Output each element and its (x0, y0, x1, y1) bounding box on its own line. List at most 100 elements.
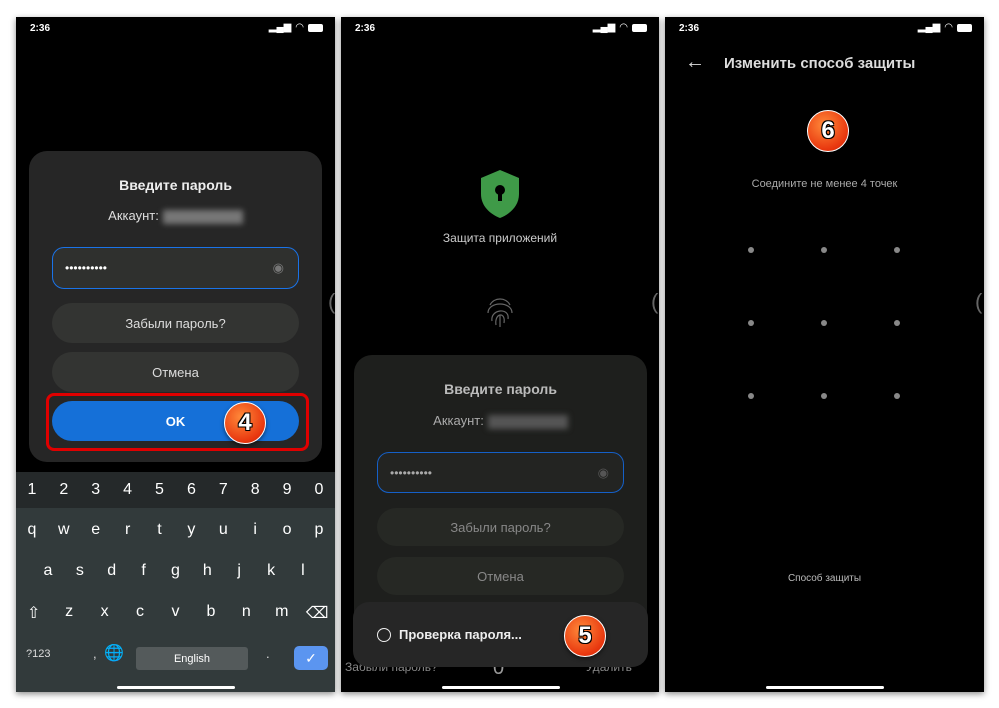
key[interactable]: z (55, 603, 83, 623)
key[interactable]: 5 (146, 481, 174, 499)
wifi-icon: ◠ (295, 22, 304, 33)
forgot-password-button[interactable]: Забыли пароль? (52, 303, 299, 343)
eye-icon[interactable]: ◉ (598, 465, 609, 481)
key[interactable]: j (225, 562, 253, 580)
battery-icon (632, 23, 647, 32)
space-key[interactable]: English (136, 647, 248, 670)
home-indicator[interactable] (442, 686, 560, 689)
key[interactable]: r (114, 521, 142, 539)
account-label-text: Аккаунт: (433, 413, 484, 428)
password-value: •••••••••• (65, 261, 108, 275)
key[interactable]: g (161, 562, 189, 580)
account-label: Аккаунт: (354, 413, 647, 429)
key[interactable]: k (257, 562, 285, 580)
key[interactable]: 2 (50, 481, 78, 499)
key[interactable]: q (18, 521, 46, 539)
key[interactable]: 4 (114, 481, 142, 499)
phone-screen-password: 2:36 ▂▄▆ ◠ Введите пароль Аккаунт: ••••••… (16, 17, 335, 692)
key[interactable]: e (82, 521, 110, 539)
keyboard: 1234567890 qwertyuiop asdfghjkl ⇧ z x c v b n m… (16, 472, 335, 692)
key[interactable]: b (197, 603, 225, 623)
pattern-dot[interactable] (748, 393, 754, 399)
pattern-dot[interactable] (748, 320, 754, 326)
shift-key-icon[interactable]: ⇧ (20, 603, 48, 623)
password-input[interactable]: •••••••••• ◉ (377, 452, 624, 493)
pattern-dot[interactable] (894, 320, 900, 326)
pattern-dot[interactable] (894, 393, 900, 399)
status-time: 2:36 (679, 23, 700, 34)
wifi-icon: ◠ (944, 22, 953, 33)
key[interactable]: n (232, 603, 260, 623)
key[interactable]: s (66, 562, 94, 580)
wifi-icon: ◠ (619, 22, 628, 33)
page-title: Изменить способ защиты (724, 55, 916, 72)
key[interactable]: v (161, 603, 189, 623)
home-indicator[interactable] (766, 686, 884, 689)
symbols-key[interactable]: ?123 (26, 648, 50, 660)
key[interactable]: f (130, 562, 158, 580)
status-time: 2:36 (30, 23, 51, 34)
key[interactable]: u (209, 521, 237, 539)
key[interactable]: h (193, 562, 221, 580)
period-key[interactable]: . (266, 646, 270, 661)
protection-method-link[interactable]: Способ защиты (665, 573, 984, 584)
highlight-box (46, 393, 309, 451)
forgot-password-button[interactable]: Забыли пароль? (377, 508, 624, 546)
signal-icon: ▂▄▆ (917, 22, 941, 33)
home-indicator[interactable] (117, 686, 235, 689)
key[interactable]: w (50, 521, 78, 539)
phone-screen-pattern: 2:36 ▂▄▆ ◠ ← Изменить способ защиты 6 Сое… (665, 17, 984, 692)
battery-icon (957, 23, 972, 32)
pattern-dot[interactable] (821, 247, 827, 253)
key[interactable]: 7 (209, 481, 237, 499)
eye-icon[interactable]: ◉ (273, 260, 284, 276)
signal-icon: ▂▄▆ (592, 22, 616, 33)
status-time: 2:36 (355, 23, 376, 34)
toast-text: Проверка пароля... (399, 627, 522, 642)
pattern-dot[interactable] (821, 320, 827, 326)
step-badge-4: 4 (224, 402, 266, 444)
back-arrow-icon[interactable]: ← (685, 51, 705, 74)
key[interactable]: p (305, 521, 333, 539)
pattern-hint: Соедините не менее 4 точек (751, 178, 898, 190)
key[interactable]: 9 (273, 481, 301, 499)
key[interactable]: m (268, 603, 296, 623)
key[interactable]: d (98, 562, 126, 580)
key[interactable]: 0 (305, 481, 333, 499)
key[interactable]: 3 (82, 481, 110, 499)
pattern-dot[interactable] (894, 247, 900, 253)
pattern-dot[interactable] (748, 247, 754, 253)
key[interactable]: i (241, 521, 269, 539)
side-edge-icon: ( (328, 289, 335, 314)
app-lock-title: Защита приложений (442, 231, 558, 245)
password-value: •••••••••• (390, 465, 433, 480)
key[interactable]: 1 (18, 481, 46, 499)
globe-icon[interactable]: 🌐 (104, 643, 124, 663)
dialog-title: Введите пароль (444, 381, 557, 397)
comma-key[interactable]: , (93, 646, 97, 661)
key[interactable]: l (289, 562, 317, 580)
step-badge-5: 5 (564, 615, 606, 657)
status-icons: ▂▄▆ ◠ (269, 22, 323, 33)
step-badge-6: 6 (807, 110, 849, 152)
pattern-dot[interactable] (821, 393, 827, 399)
cancel-button[interactable]: Отмена (377, 557, 624, 595)
side-edge-icon: ( (651, 289, 659, 314)
key[interactable]: o (273, 521, 301, 539)
account-label: Аккаунт: (29, 208, 322, 224)
fingerprint-icon[interactable] (484, 295, 516, 329)
key[interactable]: a (34, 562, 62, 580)
password-input[interactable]: •••••••••• ◉ (52, 247, 299, 289)
backspace-key-icon[interactable]: ⌫ (303, 603, 331, 623)
key[interactable]: 6 (177, 481, 205, 499)
key[interactable]: 8 (241, 481, 269, 499)
key[interactable]: c (126, 603, 154, 623)
key[interactable]: y (177, 521, 205, 539)
enter-check-icon[interactable]: ✓ (294, 646, 328, 670)
account-redacted (162, 209, 243, 224)
cancel-button[interactable]: Отмена (52, 352, 299, 392)
key[interactable]: t (146, 521, 174, 539)
account-redacted (487, 414, 568, 429)
key[interactable]: x (91, 603, 119, 623)
account-label-text: Аккаунт: (108, 208, 159, 223)
